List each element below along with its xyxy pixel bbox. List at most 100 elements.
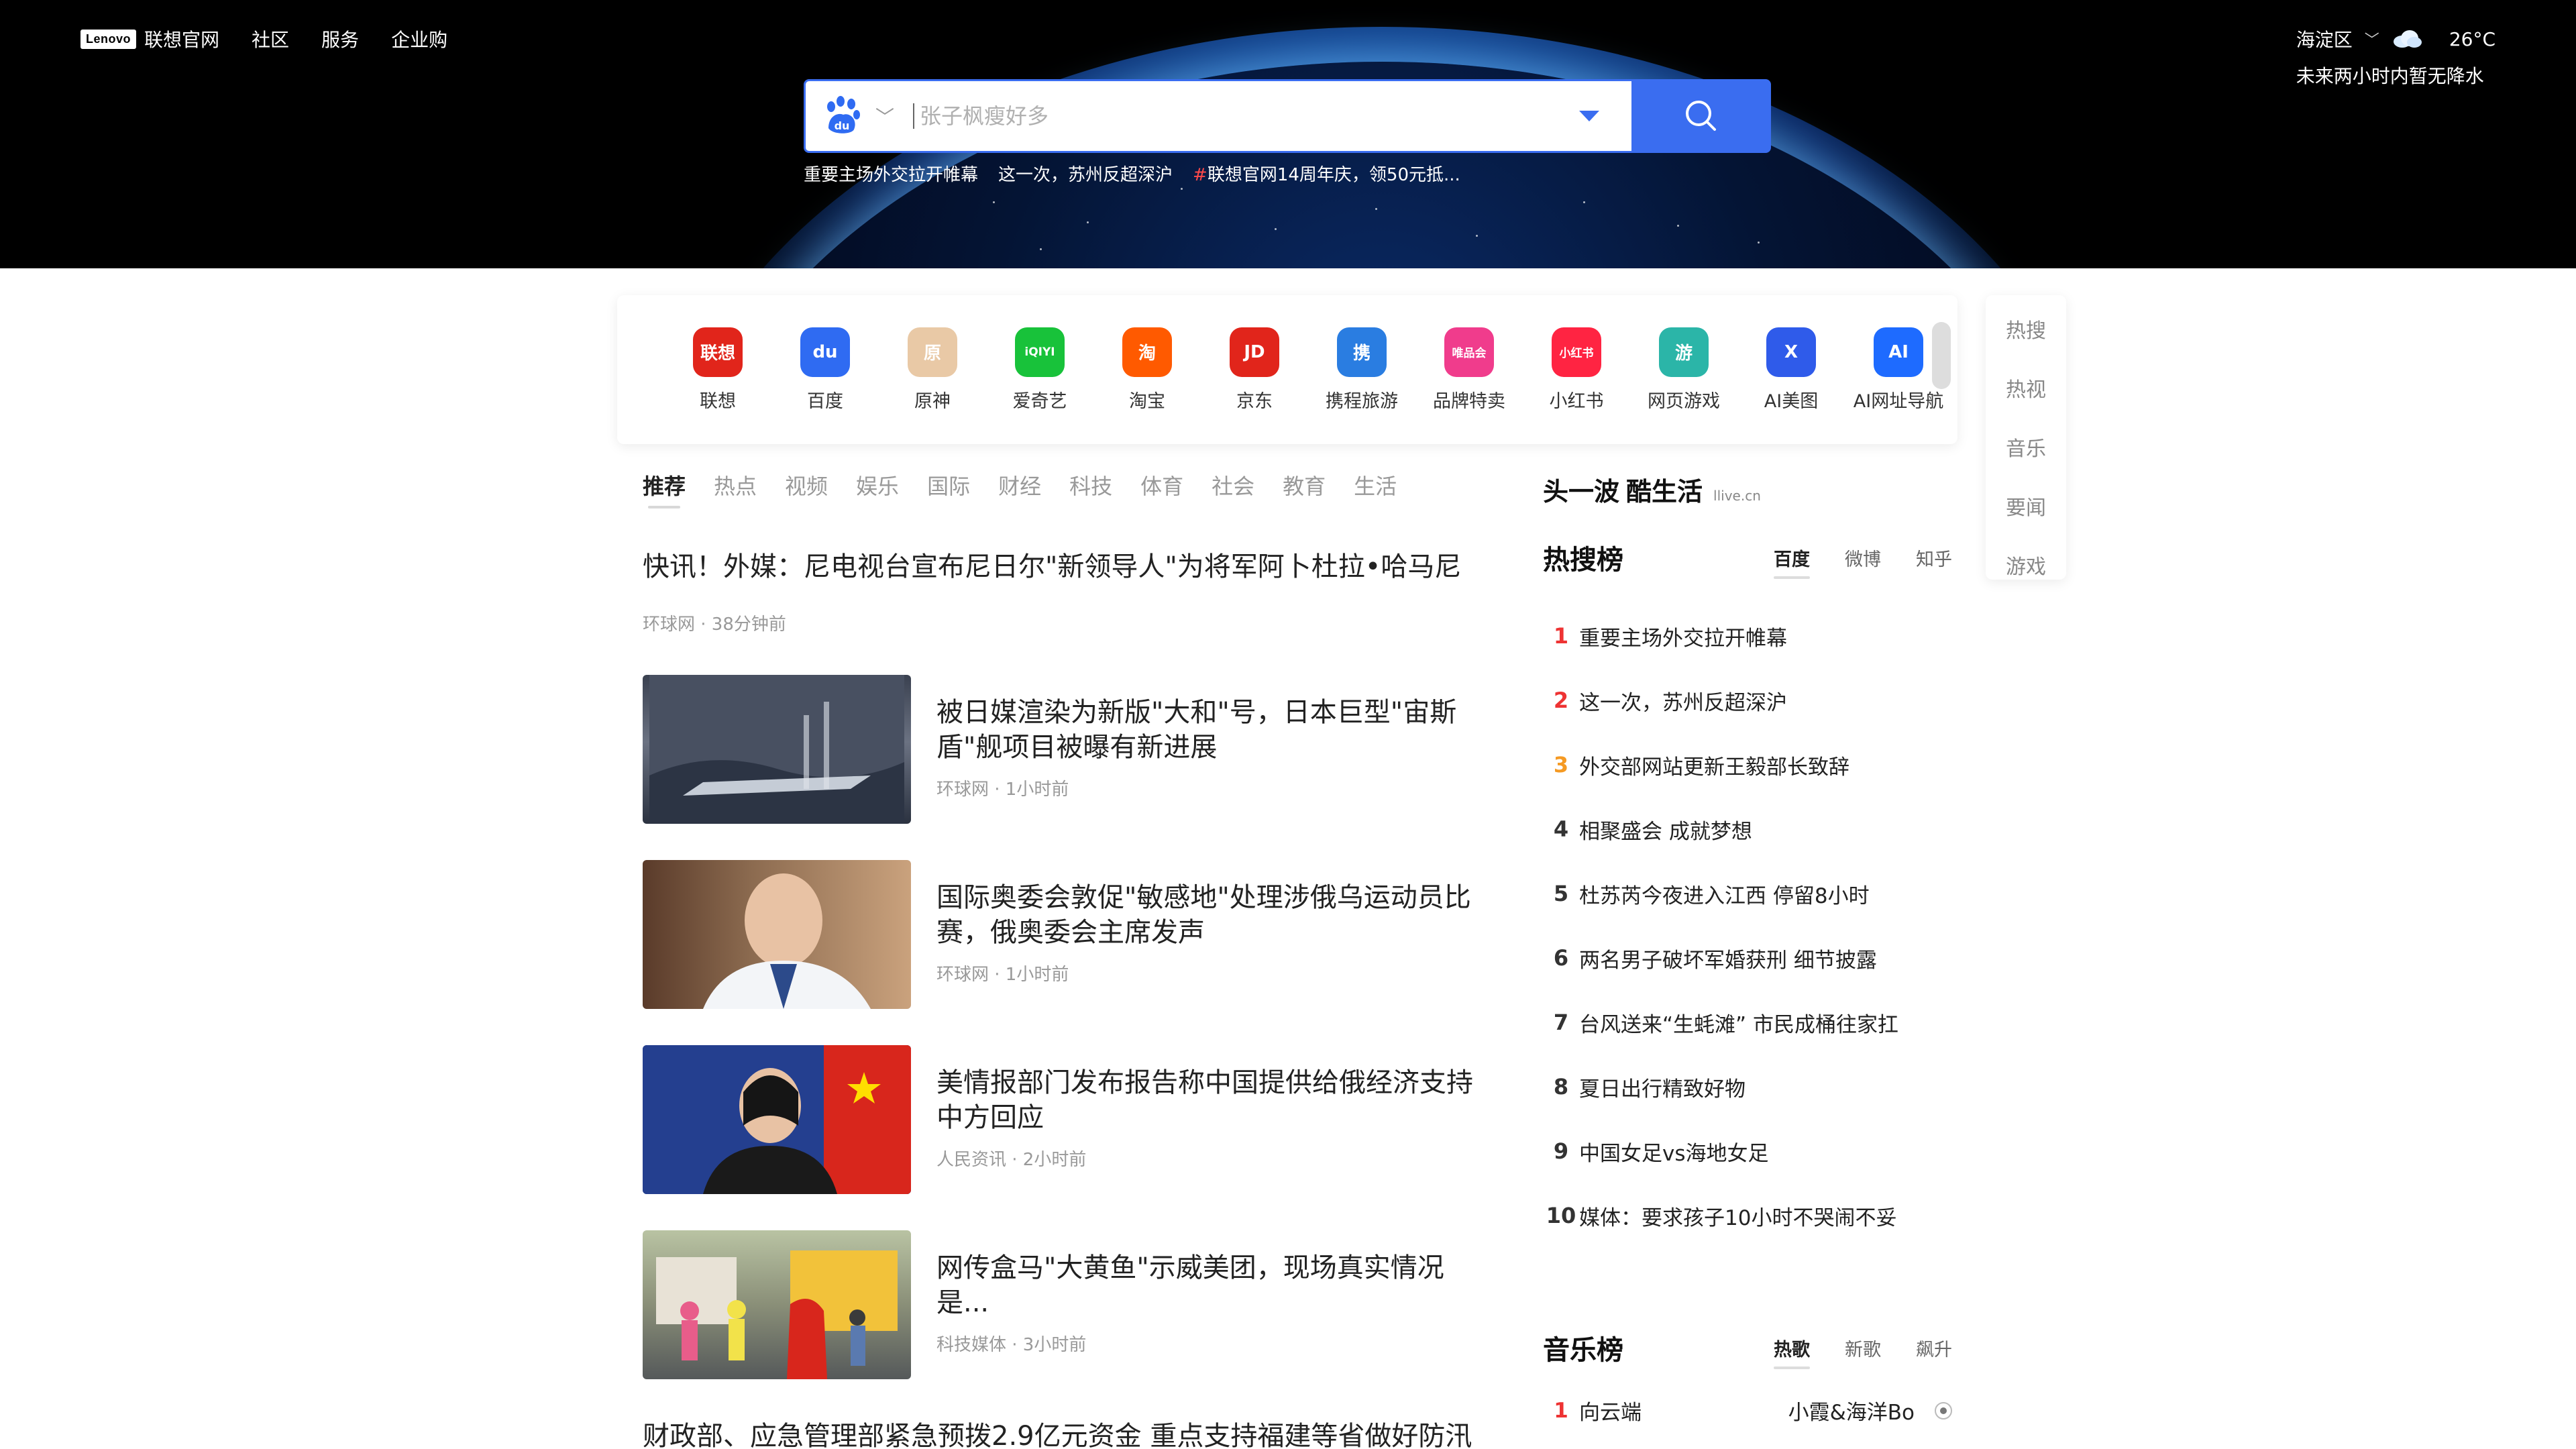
baidu-logo-icon[interactable]: du (822, 95, 862, 138)
search-history-dropdown-icon[interactable] (1579, 111, 1599, 121)
hotword-link[interactable]: 重要主场外交拉开帷幕 (804, 161, 978, 186)
tab-international[interactable]: 国际 (927, 470, 970, 508)
app-icon[interactable]: AI (1874, 327, 1923, 377)
news-title[interactable]: 被日媒渲染为新版"大和"号，日本巨型"宙斯盾"舰项目被曝有新进展 (936, 695, 1473, 765)
news-item[interactable]: 美情报部门发布报告称中国提供给俄经济支持 中方回应 人民资讯 · 2小时前 (643, 1045, 1474, 1194)
news-title[interactable]: 美情报部门发布报告称中国提供给俄经济支持 中方回应 (936, 1065, 1473, 1135)
apps-scrollbar[interactable] (1932, 322, 1951, 389)
hot-list-item[interactable]: 4 相聚盛会 成就梦想 (1543, 797, 1959, 861)
news-top-item[interactable]: 快讯！外媒：尼电视台宣布尼日尔"新领导人"为将军阿卜杜拉•哈马尼 环球网 · 3… (643, 545, 1474, 635)
app-icon[interactable]: 联想 (693, 327, 743, 377)
tab-recommend[interactable]: 推荐 (643, 470, 686, 508)
app-shortcut[interactable]: 联想 联想 (664, 327, 771, 413)
hot-item-text[interactable]: 媒体：要求孩子10小时不哭闹不妥 (1579, 1201, 1896, 1231)
search-button[interactable] (1631, 79, 1771, 153)
hot-item-text[interactable]: 台风送来“生蚝滩” 市民成桶往家扛 (1579, 1008, 1898, 1038)
hotword-link[interactable]: #联想官网14周年庆，领50元抵... (1193, 161, 1460, 186)
app-icon[interactable]: 原 (908, 327, 957, 377)
news-item[interactable]: 被日媒渲染为新版"大和"号，日本巨型"宙斯盾"舰项目被曝有新进展 环球网 · 1… (643, 675, 1474, 824)
tab-hot-songs[interactable]: 热歌 (1774, 1335, 1810, 1369)
tab-finance[interactable]: 财经 (998, 470, 1041, 508)
app-shortcut[interactable]: X AI美图 (1737, 327, 1845, 413)
app-shortcut[interactable]: iQIYI 爱奇艺 (986, 327, 1093, 413)
news-thumbnail[interactable] (643, 860, 911, 1009)
side-nav-hot-video[interactable]: 热视 (2006, 373, 2046, 402)
app-shortcut[interactable]: 游网页游戏 (1630, 327, 1737, 413)
hotword-link[interactable]: 这一次，苏州反超深沪 (998, 161, 1173, 186)
app-shortcut[interactable]: 小红书 小红书 (1523, 327, 1630, 413)
app-shortcut[interactable]: 唯品会 品牌特卖 (1415, 327, 1523, 413)
app-shortcut[interactable]: 携携程旅游 (1308, 327, 1415, 413)
app-shortcut[interactable]: JD 京东 (1201, 327, 1308, 413)
side-nav-hot-search[interactable]: 热搜 (2006, 314, 2046, 343)
app-icon[interactable]: 携 (1337, 327, 1387, 377)
news-title[interactable]: 财政部、应急管理部紧急预拨2.9亿元资金 重点支持福建等省做好防汛 (643, 1414, 1472, 1449)
hot-list-item[interactable]: 3 外交部网站更新王毅部长致辞 (1543, 733, 1959, 797)
nav-link-service[interactable]: 服务 (321, 25, 359, 52)
music-song[interactable]: 向云端 (1579, 1395, 1788, 1426)
tab-baidu[interactable]: 百度 (1774, 545, 1810, 579)
hot-list-item[interactable]: 7 台风送来“生蚝滩” 市民成桶往家扛 (1543, 990, 1959, 1055)
nav-link-enterprise[interactable]: 企业购 (391, 25, 447, 52)
news-title[interactable]: 网传盒马"大黄鱼"示威美团，现场真实情况是... (936, 1250, 1473, 1320)
hot-list-item[interactable]: 10 媒体：要求孩子10小时不哭闹不妥 (1543, 1183, 1959, 1248)
tab-rising[interactable]: 飙升 (1916, 1335, 1952, 1361)
tab-hot[interactable]: 热点 (714, 470, 757, 508)
news-title[interactable]: 国际奥委会敦促"敏感地"处理涉俄乌运动员比赛，俄奥委会主席发声 (936, 880, 1473, 950)
app-icon[interactable]: 淘 (1122, 327, 1172, 377)
hot-item-text[interactable]: 中国女足vs海地女足 (1579, 1136, 1769, 1167)
side-nav-games[interactable]: 游戏 (2006, 550, 2046, 580)
hot-item-text[interactable]: 重要主场外交拉开帷幕 (1579, 621, 1787, 651)
app-icon[interactable]: iQIYI (1015, 327, 1065, 377)
tab-society[interactable]: 社会 (1212, 470, 1254, 508)
news-item[interactable]: 国际奥委会敦促"敏感地"处理涉俄乌运动员比赛，俄奥委会主席发声 环球网 · 1小… (643, 860, 1474, 1009)
search-input[interactable] (913, 103, 1566, 129)
music-item[interactable]: 1 向云端 小霞&海洋Bo (1543, 1395, 1952, 1426)
play-icon[interactable] (1935, 1401, 1952, 1419)
tab-weibo[interactable]: 微博 (1845, 545, 1881, 571)
tab-entertainment[interactable]: 娱乐 (856, 470, 899, 508)
tab-video[interactable]: 视频 (785, 470, 828, 508)
hot-list-item[interactable]: 5 杜苏芮今夜进入江西 停留8小时 (1543, 861, 1959, 926)
app-icon[interactable]: du (800, 327, 850, 377)
hot-item-text[interactable]: 杜苏芮今夜进入江西 停留8小时 (1579, 879, 1870, 909)
side-nav-news[interactable]: 要闻 (2006, 491, 2046, 521)
app-shortcut[interactable]: 原原神 (879, 327, 986, 413)
news-thumbnail[interactable] (643, 675, 911, 824)
side-nav-music[interactable]: 音乐 (2006, 432, 2046, 462)
app-shortcut[interactable]: du 百度 (771, 327, 879, 413)
tab-life[interactable]: 生活 (1354, 470, 1397, 508)
tab-education[interactable]: 教育 (1283, 470, 1326, 508)
engine-dropdown-chevron-icon[interactable]: ﹀ (875, 103, 894, 129)
news-thumbnail[interactable] (643, 1230, 911, 1379)
hot-item-text[interactable]: 夏日出行精致好物 (1579, 1072, 1746, 1102)
chevron-down-icon[interactable]: ﹀ (2365, 28, 2379, 50)
app-icon[interactable]: X (1766, 327, 1816, 377)
lenovo-brand[interactable]: Lenovo 联想官网 (80, 25, 219, 52)
toutiao-brand-logo[interactable]: 头一波 酷生活 llive.cn (1543, 471, 1761, 508)
app-icon[interactable]: JD (1230, 327, 1279, 377)
hot-item-text[interactable]: 两名男子破坏军婚获刑 细节披露 (1579, 943, 1877, 973)
lenovo-official-link[interactable]: 联想官网 (144, 25, 219, 52)
hot-list-item[interactable]: 6 两名男子破坏军婚获刑 细节披露 (1543, 926, 1959, 990)
news-title[interactable]: 快讯！外媒：尼电视台宣布尼日尔"新领导人"为将军阿卜杜拉•哈马尼 (643, 545, 1474, 584)
hot-item-text[interactable]: 相聚盛会 成就梦想 (1579, 814, 1752, 845)
hot-list-item[interactable]: 2 这一次，苏州反超深沪 (1543, 668, 1959, 733)
app-icon[interactable]: 小红书 (1552, 327, 1601, 377)
app-icon[interactable]: 唯品会 (1444, 327, 1494, 377)
news-thumbnail[interactable] (643, 1045, 911, 1194)
news-item[interactable]: 网传盒马"大黄鱼"示威美团，现场真实情况是... 科技媒体 · 3小时前 (643, 1230, 1474, 1379)
nav-link-community[interactable]: 社区 (252, 25, 289, 52)
hot-list-item[interactable]: 1 重要主场外交拉开帷幕 (1543, 604, 1959, 668)
tab-sports[interactable]: 体育 (1140, 470, 1183, 508)
hot-list-item[interactable]: 8 夏日出行精致好物 (1543, 1055, 1959, 1119)
tab-zhihu[interactable]: 知乎 (1916, 545, 1952, 571)
hot-item-text[interactable]: 外交部网站更新王毅部长致辞 (1579, 750, 1849, 780)
hot-list-item[interactable]: 9 中国女足vs海地女足 (1543, 1119, 1959, 1183)
app-shortcut[interactable]: 淘淘宝 (1093, 327, 1201, 413)
app-icon[interactable]: 游 (1659, 327, 1709, 377)
tab-new-songs[interactable]: 新歌 (1845, 1335, 1881, 1361)
weather-widget[interactable]: 海淀区 ﹀ 26°C 未来两小时内暂无降水 (2296, 25, 2496, 89)
tab-tech[interactable]: 科技 (1069, 470, 1112, 508)
hot-item-text[interactable]: 这一次，苏州反超深沪 (1579, 686, 1787, 716)
